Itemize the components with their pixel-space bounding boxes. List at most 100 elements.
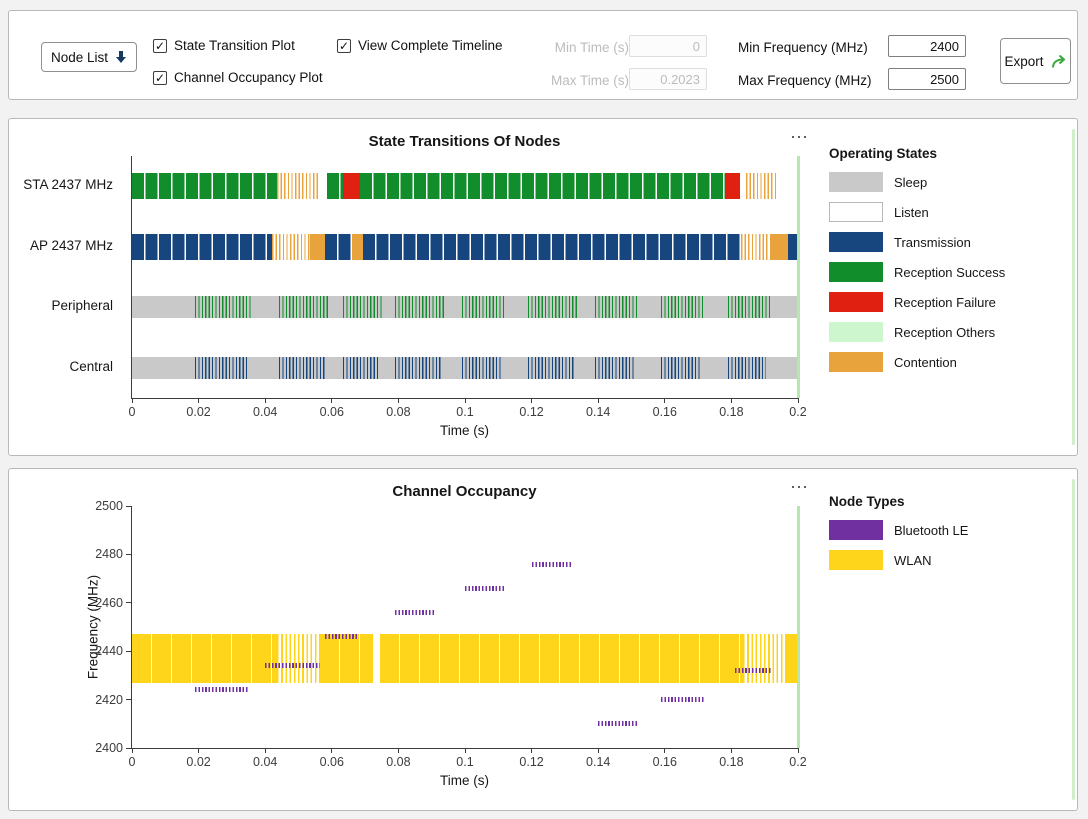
state-segment-ble-blue [595,357,635,379]
check-icon: ✓ [339,40,349,52]
legend-swatch [829,262,883,282]
checkbox-state-transition-plot[interactable]: ✓ State Transition Plot [153,38,295,53]
x-tick-label: 0.16 [653,755,677,769]
legend-item: Reception Success [829,262,1075,282]
x-tick-mark [331,398,332,403]
wlan-occupancy-segment [380,634,743,682]
x-tick-mark [132,398,133,403]
state-x-axis-title: Time (s) [131,423,798,438]
y-tick-label: 2460 [95,596,123,610]
bluetooth-le-hop [532,562,572,567]
legend-label: WLAN [894,553,932,568]
check-icon: ✓ [155,72,165,84]
x-tick-label: 0 [129,755,136,769]
state-segment-rx-failure [343,173,360,199]
x-tick-label: 0.18 [719,405,743,419]
state-chart-menu-button[interactable]: ⋯ [781,123,817,151]
x-tick-mark [198,748,199,753]
node-list-button[interactable]: Node List [41,42,137,72]
state-chart-title: State Transitions Of Nodes [131,133,798,150]
state-segment-ble-blue [528,357,575,379]
x-tick-label: 0.1 [456,755,473,769]
x-tick-mark [531,398,532,403]
legend-swatch [829,550,883,570]
legend-label: Reception Others [894,325,995,340]
state-plot-area: 00.020.040.060.080.10.120.140.160.180.2 [131,156,798,399]
state-segment-contention [352,234,364,260]
state-segment-ble-green [595,296,638,318]
bluetooth-le-hop [661,697,704,702]
x-tick-label: 0.2 [789,755,806,769]
min-time-input[interactable] [629,35,707,57]
bluetooth-le-hop [735,668,772,673]
export-icon [1051,54,1067,69]
legend-item: Listen [829,202,1075,222]
legend-title: Operating States [829,146,1075,161]
x-tick-mark [598,748,599,753]
x-tick-label: 0.18 [719,755,743,769]
checkbox-channel-occupancy-plot[interactable]: ✓ Channel Occupancy Plot [153,70,323,85]
checkbox-label: Channel Occupancy Plot [174,70,323,85]
export-button[interactable]: Export [1000,38,1071,84]
bluetooth-le-hop [465,586,505,591]
wlan-occupancy-segment [743,634,785,682]
legend-item: Sleep [829,172,1075,192]
checkbox-label: State Transition Plot [174,38,295,53]
state-segment-ble-blue [279,357,326,379]
checkbox-box: ✓ [337,39,351,53]
x-tick-mark [531,748,532,753]
max-time-input[interactable] [629,68,707,90]
wlan-occupancy-segment [132,634,277,682]
x-tick-mark [398,748,399,753]
x-tick-mark [265,748,266,753]
state-segment-ble-blue [728,357,766,379]
state-segment-ble-green [728,296,770,318]
state-segment-contention-striped [272,234,310,260]
state-segment-listen [776,173,798,199]
x-tick-label: 0.08 [386,755,410,769]
x-tick-label: 0.04 [253,755,277,769]
x-tick-label: 0 [129,405,136,419]
y-axis-label: Central [9,359,113,374]
max-time-label: Max Time (s) [509,73,629,88]
toolbar: Node List ✓ State Transition Plot ✓ Chan… [8,10,1078,100]
state-segment-contention [310,234,325,260]
bluetooth-le-hop [325,634,358,639]
legend-item: Reception Failure [829,292,1075,312]
x-tick-mark [598,398,599,403]
legend-item: Reception Others [829,322,1075,342]
x-tick-mark [465,398,466,403]
x-tick-label: 0.1 [456,405,473,419]
legend-label: Listen [894,205,929,220]
legend-operating-states: Operating States Sleep Listen Transmission… [829,146,1075,382]
panel-edge-highlight [1072,479,1075,800]
x-tick-label: 0.16 [653,405,677,419]
state-segment-tx-blocks [363,234,741,260]
legend-node-types: Node Types Bluetooth LEWLAN [829,494,1075,580]
y-tick-label: 2440 [95,644,123,658]
checkbox-label: View Complete Timeline [358,38,503,53]
legend-label: Sleep [894,175,927,190]
legend-swatch [829,352,883,372]
state-segment-ble-blue [195,357,248,379]
legend-item: Transmission [829,232,1075,252]
max-frequency-input[interactable] [888,68,966,90]
x-tick-mark [398,398,399,403]
y-tick-mark [126,554,132,555]
x-tick-label: 0.08 [386,405,410,419]
occupancy-chart-menu-button[interactable]: ⋯ [781,473,817,501]
bluetooth-le-hop [265,663,320,668]
bluetooth-le-hop [395,610,435,615]
occupancy-plot-area: 24002420244024602480250000.020.040.060.0… [131,506,798,749]
y-axis-label: AP 2437 MHz [9,238,113,253]
state-segment-tx-blocks [325,234,352,260]
y-tick-mark [126,699,132,700]
min-frequency-input[interactable] [888,35,966,57]
occupancy-chart-title: Channel Occupancy [131,483,798,500]
bluetooth-le-hop [195,687,248,692]
x-tick-mark [798,398,799,403]
checkbox-view-complete-timeline[interactable]: ✓ View Complete Timeline [337,38,503,53]
legend-label: Reception Failure [894,295,996,310]
occupancy-x-axis-title: Time (s) [131,773,798,788]
state-segment-contention-striped [277,173,320,199]
